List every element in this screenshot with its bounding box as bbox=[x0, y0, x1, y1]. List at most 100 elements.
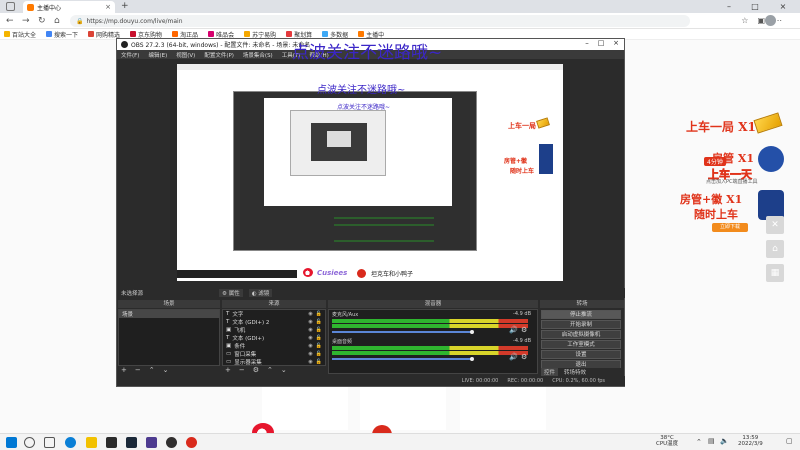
tab-transitions[interactable]: 转场特效 bbox=[564, 368, 586, 376]
lock-icon[interactable]: 🔓 bbox=[316, 335, 322, 341]
download-button[interactable]: 立即下载 bbox=[712, 223, 748, 232]
visibility-eye-icon[interactable]: ◉ bbox=[308, 327, 312, 333]
menu-scene-collection[interactable]: 场景集合(S) bbox=[243, 51, 273, 59]
weather-widget[interactable]: 38°C CPU温度 bbox=[656, 435, 678, 447]
move-up-icon[interactable]: ⌃ bbox=[149, 366, 155, 374]
obs-close-icon[interactable]: × bbox=[609, 39, 623, 47]
volume-knob[interactable] bbox=[470, 357, 474, 361]
remove-scene-icon[interactable]: − bbox=[135, 366, 141, 374]
source-item[interactable]: ▣ 条件 ◉ 🔓 bbox=[223, 342, 325, 350]
visibility-eye-icon[interactable]: ◉ bbox=[308, 351, 312, 357]
visibility-eye-icon[interactable]: ◉ bbox=[308, 319, 312, 325]
add-scene-icon[interactable]: + bbox=[121, 366, 127, 374]
start-recording-button[interactable]: 开始录制 bbox=[541, 320, 621, 329]
collections-icon[interactable]: ▣ bbox=[757, 16, 765, 25]
menu-edit[interactable]: 编辑(E) bbox=[148, 51, 167, 59]
move-down-icon[interactable]: ⌄ bbox=[163, 366, 169, 374]
source-item[interactable]: T 文字 ◉ 🔓 bbox=[223, 310, 325, 318]
close-window-icon[interactable]: × bbox=[772, 0, 794, 13]
store-icon[interactable] bbox=[106, 437, 117, 448]
visibility-eye-icon[interactable]: ◉ bbox=[308, 335, 312, 341]
bookmark-icon bbox=[172, 31, 179, 37]
visibility-eye-icon[interactable]: ◉ bbox=[308, 359, 312, 365]
bookmark-item[interactable]: 百站大全 bbox=[4, 30, 36, 39]
edge-icon[interactable] bbox=[65, 437, 76, 448]
source-item[interactable]: ▭ 显示器采集 ◉ 🔓 bbox=[223, 358, 325, 366]
settings-button[interactable]: 设置 bbox=[541, 350, 621, 359]
lock-icon[interactable]: 🔓 bbox=[316, 343, 322, 349]
home-icon[interactable]: ⌂ bbox=[54, 16, 60, 26]
properties-button[interactable]: ⚙ 属性 bbox=[219, 289, 243, 297]
forward-icon[interactable]: → bbox=[22, 16, 30, 26]
network-icon[interactable]: ▤ bbox=[708, 438, 715, 445]
task-view-icon[interactable] bbox=[44, 437, 55, 448]
volume-knob[interactable] bbox=[470, 330, 474, 334]
filters-button[interactable]: ◐ 滤镜 bbox=[248, 289, 273, 297]
side-home-icon[interactable]: ⌂ bbox=[766, 240, 784, 258]
notifications-icon[interactable]: ▢ bbox=[786, 438, 793, 445]
speaker-icon[interactable]: 🔊 bbox=[509, 326, 518, 334]
scene-label: 场景 bbox=[122, 312, 134, 318]
bookmark-icon bbox=[322, 31, 329, 37]
obs-maximize-icon[interactable]: □ bbox=[594, 39, 608, 47]
visibility-eye-icon[interactable]: ◉ bbox=[308, 311, 312, 317]
side-close-icon[interactable]: ✕ bbox=[766, 216, 784, 234]
move-down-icon[interactable]: ⌄ bbox=[281, 366, 287, 374]
maximize-icon[interactable]: □ bbox=[744, 0, 766, 13]
remove-source-icon[interactable]: − bbox=[239, 366, 245, 374]
tab-controls[interactable]: 控件 bbox=[541, 368, 559, 376]
menu-file[interactable]: 文件(F) bbox=[121, 51, 139, 59]
lock-icon[interactable]: 🔓 bbox=[316, 359, 322, 365]
clock[interactable]: 13:59 2022/3/9 bbox=[738, 435, 763, 447]
lock-icon[interactable]: 🔓 bbox=[316, 319, 322, 325]
obs-taskbar-icon[interactable] bbox=[166, 437, 177, 448]
add-source-icon[interactable]: + bbox=[225, 366, 231, 374]
menu-profile[interactable]: 配置文件(P) bbox=[204, 51, 234, 59]
virtual-camera-button[interactable]: 启动虚拟摄像机 bbox=[541, 330, 621, 339]
minimize-icon[interactable]: – bbox=[718, 0, 740, 13]
steam-icon[interactable] bbox=[126, 437, 137, 448]
lock-icon[interactable]: 🔓 bbox=[316, 351, 322, 357]
obs-minimize-icon[interactable]: – bbox=[580, 39, 594, 47]
volume-slider[interactable] bbox=[332, 358, 472, 360]
source-item[interactable]: T 文本 (GDI+) 2 ◉ 🔓 bbox=[223, 318, 325, 326]
visibility-eye-icon[interactable]: ◉ bbox=[308, 343, 312, 349]
browser-tab[interactable]: 主播中心 × bbox=[23, 1, 115, 13]
volume-icon[interactable]: 🔈 bbox=[720, 438, 729, 445]
mixer-panel-title: 混音器 bbox=[328, 300, 538, 308]
obs-preview-canvas[interactable]: 点波关注不迷路哦~ 点波关注不迷路哦~ 上车一局 房管+徽 随时上车 Cusie… bbox=[177, 64, 563, 281]
stop-streaming-button[interactable]: 停止推流 bbox=[541, 310, 621, 319]
studio-mode-button[interactable]: 工作室模式 bbox=[541, 340, 621, 349]
bookmark-item[interactable]: 搜索一下 bbox=[46, 30, 78, 39]
lock-icon[interactable]: 🔓 bbox=[316, 327, 322, 333]
app-icon[interactable] bbox=[146, 437, 157, 448]
tray-chevron-icon[interactable]: ⌃ bbox=[696, 439, 702, 446]
start-menu-icon[interactable] bbox=[6, 437, 17, 448]
move-up-icon[interactable]: ⌃ bbox=[267, 366, 273, 374]
new-tab-button[interactable]: + bbox=[121, 1, 129, 11]
volume-slider[interactable] bbox=[332, 331, 472, 333]
profile-avatar[interactable] bbox=[765, 15, 776, 26]
back-icon[interactable]: ← bbox=[6, 16, 14, 26]
favorites-icon[interactable]: ☆ bbox=[741, 16, 748, 25]
source-item[interactable]: ▭ 窗口采集 ◉ 🔓 bbox=[223, 350, 325, 358]
source-item[interactable]: ▣ 飞机 ◉ 🔓 bbox=[223, 326, 325, 334]
scene-item[interactable]: 场景 bbox=[119, 310, 219, 318]
mixer-gear-icon[interactable]: ⚙ bbox=[521, 353, 527, 361]
search-icon[interactable] bbox=[24, 437, 35, 448]
refresh-icon[interactable]: ↻ bbox=[38, 16, 46, 26]
nested-promo: 上车一局 bbox=[508, 121, 536, 130]
source-label: 条件 bbox=[234, 344, 246, 350]
menu-view[interactable]: 视图(V) bbox=[176, 51, 195, 59]
speaker-icon[interactable]: 🔊 bbox=[509, 353, 518, 361]
close-tab-icon[interactable]: × bbox=[105, 3, 111, 11]
lock-icon[interactable]: 🔓 bbox=[316, 311, 322, 317]
douyu-taskbar-icon[interactable] bbox=[186, 437, 197, 448]
source-settings-icon[interactable]: ⚙ bbox=[253, 366, 259, 374]
file-explorer-icon[interactable] bbox=[86, 437, 97, 448]
mixer-gear-icon[interactable]: ⚙ bbox=[521, 326, 527, 334]
tab-actions-icon[interactable] bbox=[6, 2, 15, 11]
side-gift-icon[interactable]: ▦ bbox=[766, 264, 784, 282]
url-input[interactable]: 🔒 https://mp.douyu.com/live/main bbox=[70, 15, 690, 27]
source-item[interactable]: T 文本 (GDI+) ◉ 🔓 bbox=[223, 334, 325, 342]
